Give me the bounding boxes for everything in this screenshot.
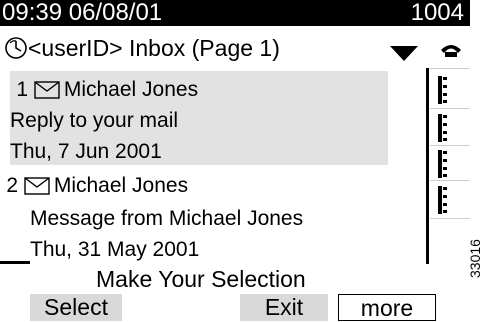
message-sender: Michael Jones: [53, 174, 189, 197]
message-number: 2: [6, 174, 18, 197]
message-list: 1 Michael Jones Reply to your mail Thu, …: [0, 68, 429, 265]
line-button-indicator[interactable]: [438, 150, 448, 178]
list-item[interactable]: 2 Michael Jones Message from Michael Jon…: [6, 171, 426, 265]
divider: [430, 108, 470, 109]
exit-softkey[interactable]: Exit: [240, 294, 328, 321]
divider: [430, 218, 470, 219]
inbox-header: <userID> Inbox (Page 1): [0, 28, 430, 68]
figure-code: 33016: [467, 239, 483, 278]
line-button-indicator[interactable]: [438, 186, 448, 214]
divider: [430, 180, 470, 181]
phone-handset-icon[interactable]: [440, 42, 462, 58]
line-button-indicator[interactable]: [438, 114, 448, 142]
extension-number: 1004: [410, 0, 464, 26]
line-button-indicator[interactable]: [438, 76, 448, 104]
message-date: Thu, 31 May 2001: [30, 238, 200, 261]
message-subject: Message from Michael Jones: [30, 207, 304, 230]
more-softkey[interactable]: more: [338, 294, 436, 321]
inbox-title: <userID> Inbox (Page 1): [28, 35, 280, 61]
message-date: Thu, 7 Jun 2001: [10, 140, 162, 163]
divider: [430, 68, 470, 69]
list-item[interactable]: 1 Michael Jones Reply to your mail Thu, …: [10, 71, 388, 165]
message-sender: Michael Jones: [63, 78, 199, 101]
selection-prompt: Make Your Selection: [96, 266, 306, 292]
select-softkey[interactable]: Select: [30, 294, 122, 321]
divider: [430, 145, 470, 146]
envelope-icon: [24, 177, 50, 195]
envelope-icon: [34, 81, 60, 99]
line-buttons-column: [430, 28, 470, 263]
datetime-text: 09:39 06/08/01: [2, 0, 163, 26]
clock-icon: [5, 37, 27, 59]
message-number: 1: [16, 78, 28, 101]
status-bar: 09:39 06/08/01 1004: [0, 0, 470, 26]
triangle-down-icon[interactable]: [390, 46, 418, 62]
message-subject: Reply to your mail: [10, 109, 179, 132]
